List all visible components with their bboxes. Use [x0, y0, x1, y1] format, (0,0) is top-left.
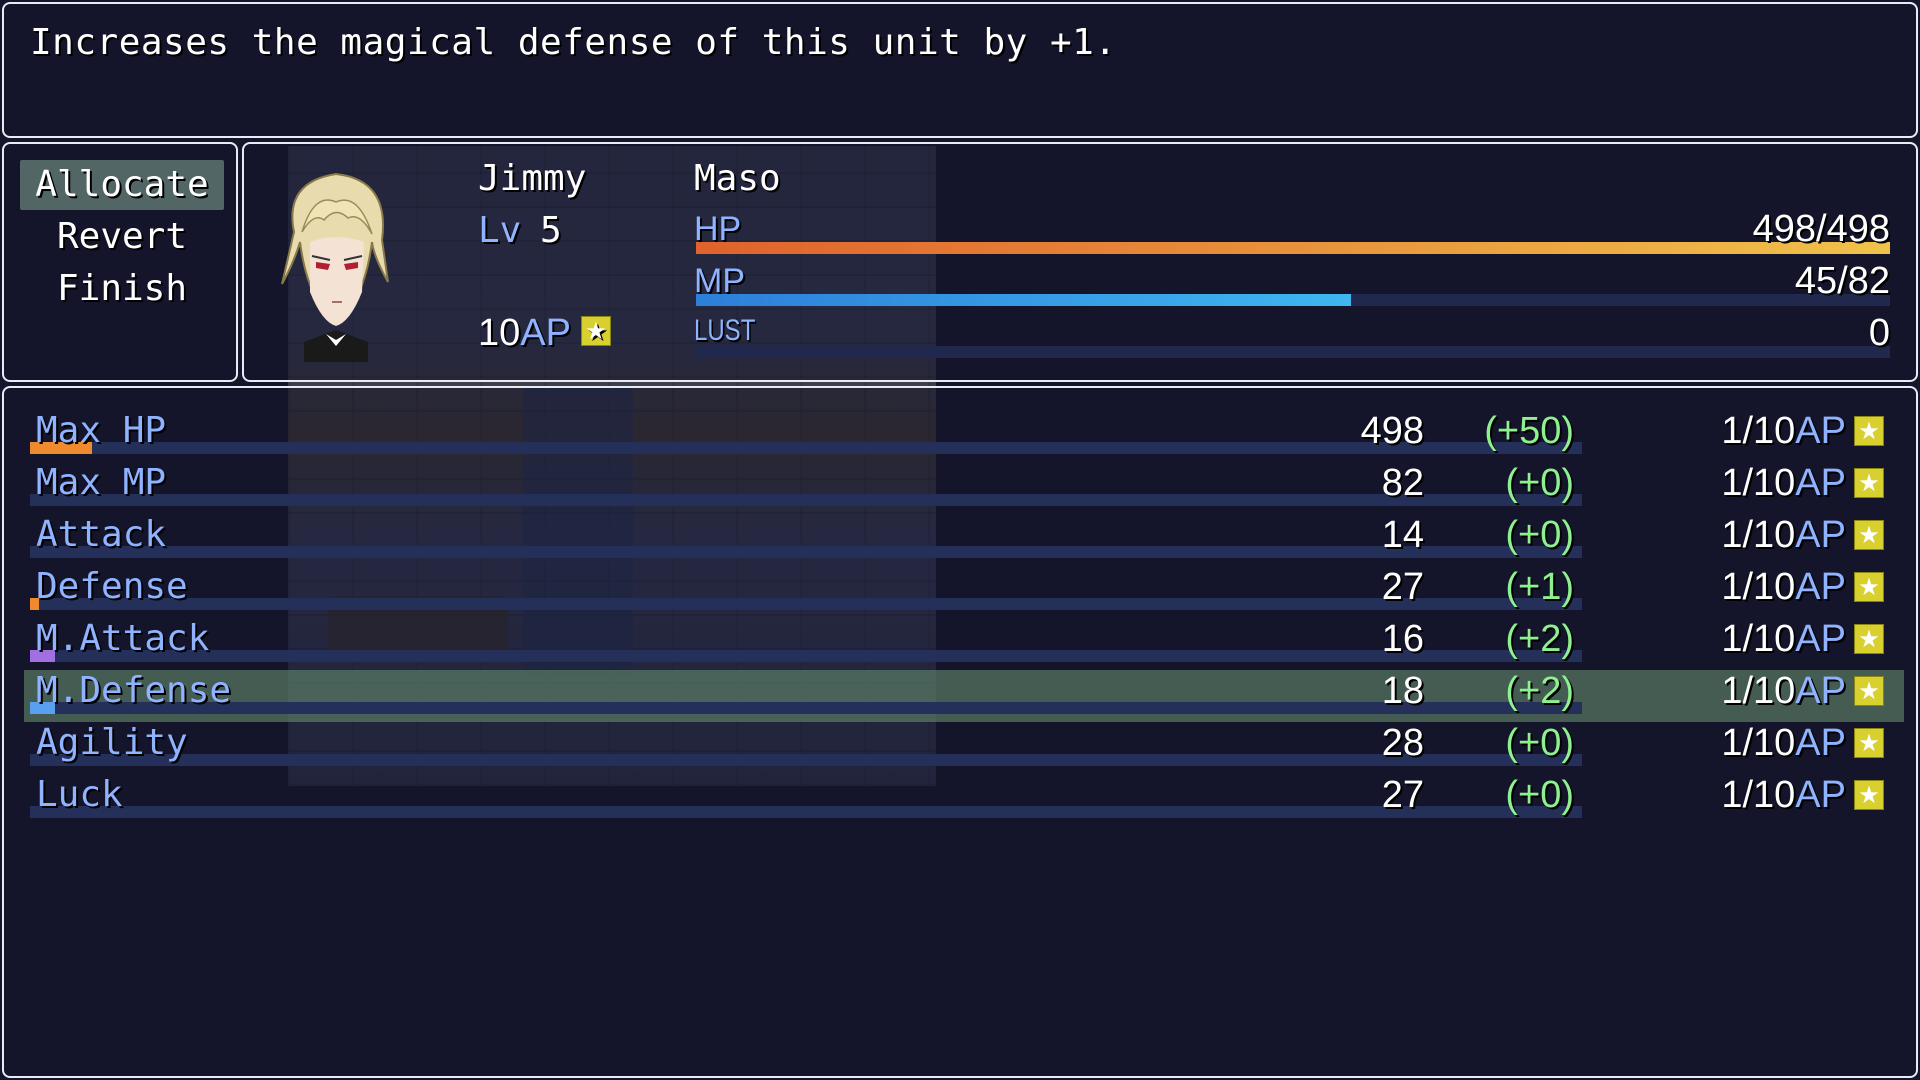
param-gauge: [30, 494, 1582, 506]
param-cost: 1/10AP: [1721, 514, 1846, 557]
ap-points: 10AP ★: [478, 312, 611, 355]
param-name: Defense: [36, 566, 188, 607]
param-row-m-attack[interactable]: M.Attack 16 (+2) 1/10AP ★: [24, 618, 1904, 670]
param-row-max-hp[interactable]: Max HP 498 (+50) 1/10AP ★: [24, 410, 1904, 462]
help-window: Increases the magical defense of this un…: [2, 2, 1918, 138]
param-cost-unit: AP: [1795, 722, 1846, 764]
param-cost: 1/10AP: [1721, 774, 1846, 817]
param-value: 27: [1381, 566, 1424, 608]
param-cost: 1/10AP: [1721, 462, 1846, 505]
param-cost: 1/10AP: [1721, 670, 1846, 713]
param-value: 28: [1381, 722, 1424, 764]
mp-gauge-fill: [696, 294, 1352, 306]
param-cost-unit: AP: [1795, 410, 1846, 452]
param-row-attack[interactable]: Attack 14 (+0) 1/10AP ★: [24, 514, 1904, 566]
status-window: Jimmy Lv 5 10AP ★ Maso HP 498/498 MP 45/…: [242, 142, 1918, 382]
param-row-defense[interactable]: Defense 27 (+1) 1/10AP ★: [24, 566, 1904, 618]
param-value: 14: [1381, 514, 1424, 556]
hp-value: 498/498: [1752, 208, 1890, 250]
param-cost: 1/10AP: [1721, 566, 1846, 609]
ap-unit: AP: [520, 312, 571, 354]
actor-name: Jimmy: [478, 158, 587, 199]
param-value: 16: [1381, 618, 1424, 660]
star-icon: ★: [580, 316, 611, 346]
param-cost-unit: AP: [1795, 774, 1846, 816]
param-name: Luck: [36, 774, 123, 815]
lust-value: 0: [1868, 312, 1890, 354]
param-cost-unit: AP: [1795, 670, 1846, 712]
param-cost-unit: AP: [1795, 462, 1846, 504]
finish-command[interactable]: Finish: [20, 264, 224, 314]
param-name: Agility: [36, 722, 188, 763]
param-bonus: (+0): [1505, 462, 1574, 504]
param-bonus: (+2): [1505, 618, 1574, 660]
help-text: Increases the magical defense of this un…: [30, 22, 1117, 63]
param-name: Attack: [36, 514, 167, 555]
param-bonus: (+0): [1505, 514, 1574, 556]
actor-class: Maso: [694, 158, 781, 199]
param-cost-unit: AP: [1795, 566, 1846, 608]
level-value: 5: [540, 210, 562, 251]
param-cost: 1/10AP: [1721, 722, 1846, 765]
star-icon: ★: [1854, 572, 1884, 602]
param-gauge: [30, 598, 1582, 610]
param-cost-value: 1/10: [1721, 774, 1796, 816]
param-gauge: [30, 806, 1582, 818]
param-cost-value: 1/10: [1721, 618, 1796, 660]
param-cost-value: 1/10: [1721, 462, 1796, 504]
level-label: Lv: [478, 210, 522, 251]
params-window: Max HP 498 (+50) 1/10AP ★ Max MP 82 (+0) 1/10AP ★…: [2, 386, 1918, 1078]
param-name: Max MP: [36, 462, 167, 503]
revert-command[interactable]: Revert: [20, 212, 224, 262]
param-name: Max HP: [36, 410, 167, 451]
param-gauge: [30, 650, 1582, 662]
param-cost-value: 1/10: [1721, 670, 1796, 712]
param-cost-value: 1/10: [1721, 566, 1796, 608]
param-row-m-defense[interactable]: M.Defense 18 (+2) 1/10AP ★: [24, 670, 1904, 722]
param-name: M.Defense: [36, 670, 232, 711]
param-bonus: (+0): [1505, 722, 1574, 764]
mp-value: 45/82: [1794, 260, 1890, 302]
command-window: Allocate Revert Finish: [2, 142, 238, 382]
param-name: M.Attack: [36, 618, 210, 659]
allocate-command[interactable]: Allocate: [20, 160, 224, 210]
param-row-agility[interactable]: Agility 28 (+0) 1/10AP ★: [24, 722, 1904, 774]
param-row-max-mp[interactable]: Max MP 82 (+0) 1/10AP ★: [24, 462, 1904, 514]
param-value: 82: [1381, 462, 1424, 504]
star-icon: ★: [1854, 416, 1884, 446]
param-gauge: [30, 546, 1582, 558]
ap-value: 10: [478, 312, 521, 354]
star-icon: ★: [1854, 468, 1884, 498]
param-gauge: [30, 442, 1582, 454]
param-value: 27: [1381, 774, 1424, 816]
param-bonus: (+0): [1505, 774, 1574, 816]
star-icon: ★: [1854, 728, 1884, 758]
param-bonus: (+1): [1505, 566, 1574, 608]
param-value: 498: [1360, 410, 1424, 452]
param-gauge: [30, 754, 1582, 766]
param-cost-unit: AP: [1795, 618, 1846, 660]
lust-label: LUST: [694, 314, 756, 347]
star-icon: ★: [1854, 624, 1884, 654]
param-cost-unit: AP: [1795, 514, 1846, 556]
param-value: 18: [1381, 670, 1424, 712]
param-cost: 1/10AP: [1721, 618, 1846, 661]
param-row-luck[interactable]: Luck 27 (+0) 1/10AP ★: [24, 774, 1904, 826]
star-icon: ★: [1854, 780, 1884, 810]
star-icon: ★: [1854, 520, 1884, 550]
param-cost-value: 1/10: [1721, 514, 1796, 556]
param-gauge: [30, 702, 1582, 714]
param-cost: 1/10AP: [1721, 410, 1846, 453]
param-bonus: (+50): [1484, 410, 1574, 452]
param-bonus: (+2): [1505, 670, 1574, 712]
param-cost-value: 1/10: [1721, 410, 1796, 452]
star-icon: ★: [1854, 676, 1884, 706]
param-cost-value: 1/10: [1721, 722, 1796, 764]
actor-face-portrait: [281, 172, 389, 362]
